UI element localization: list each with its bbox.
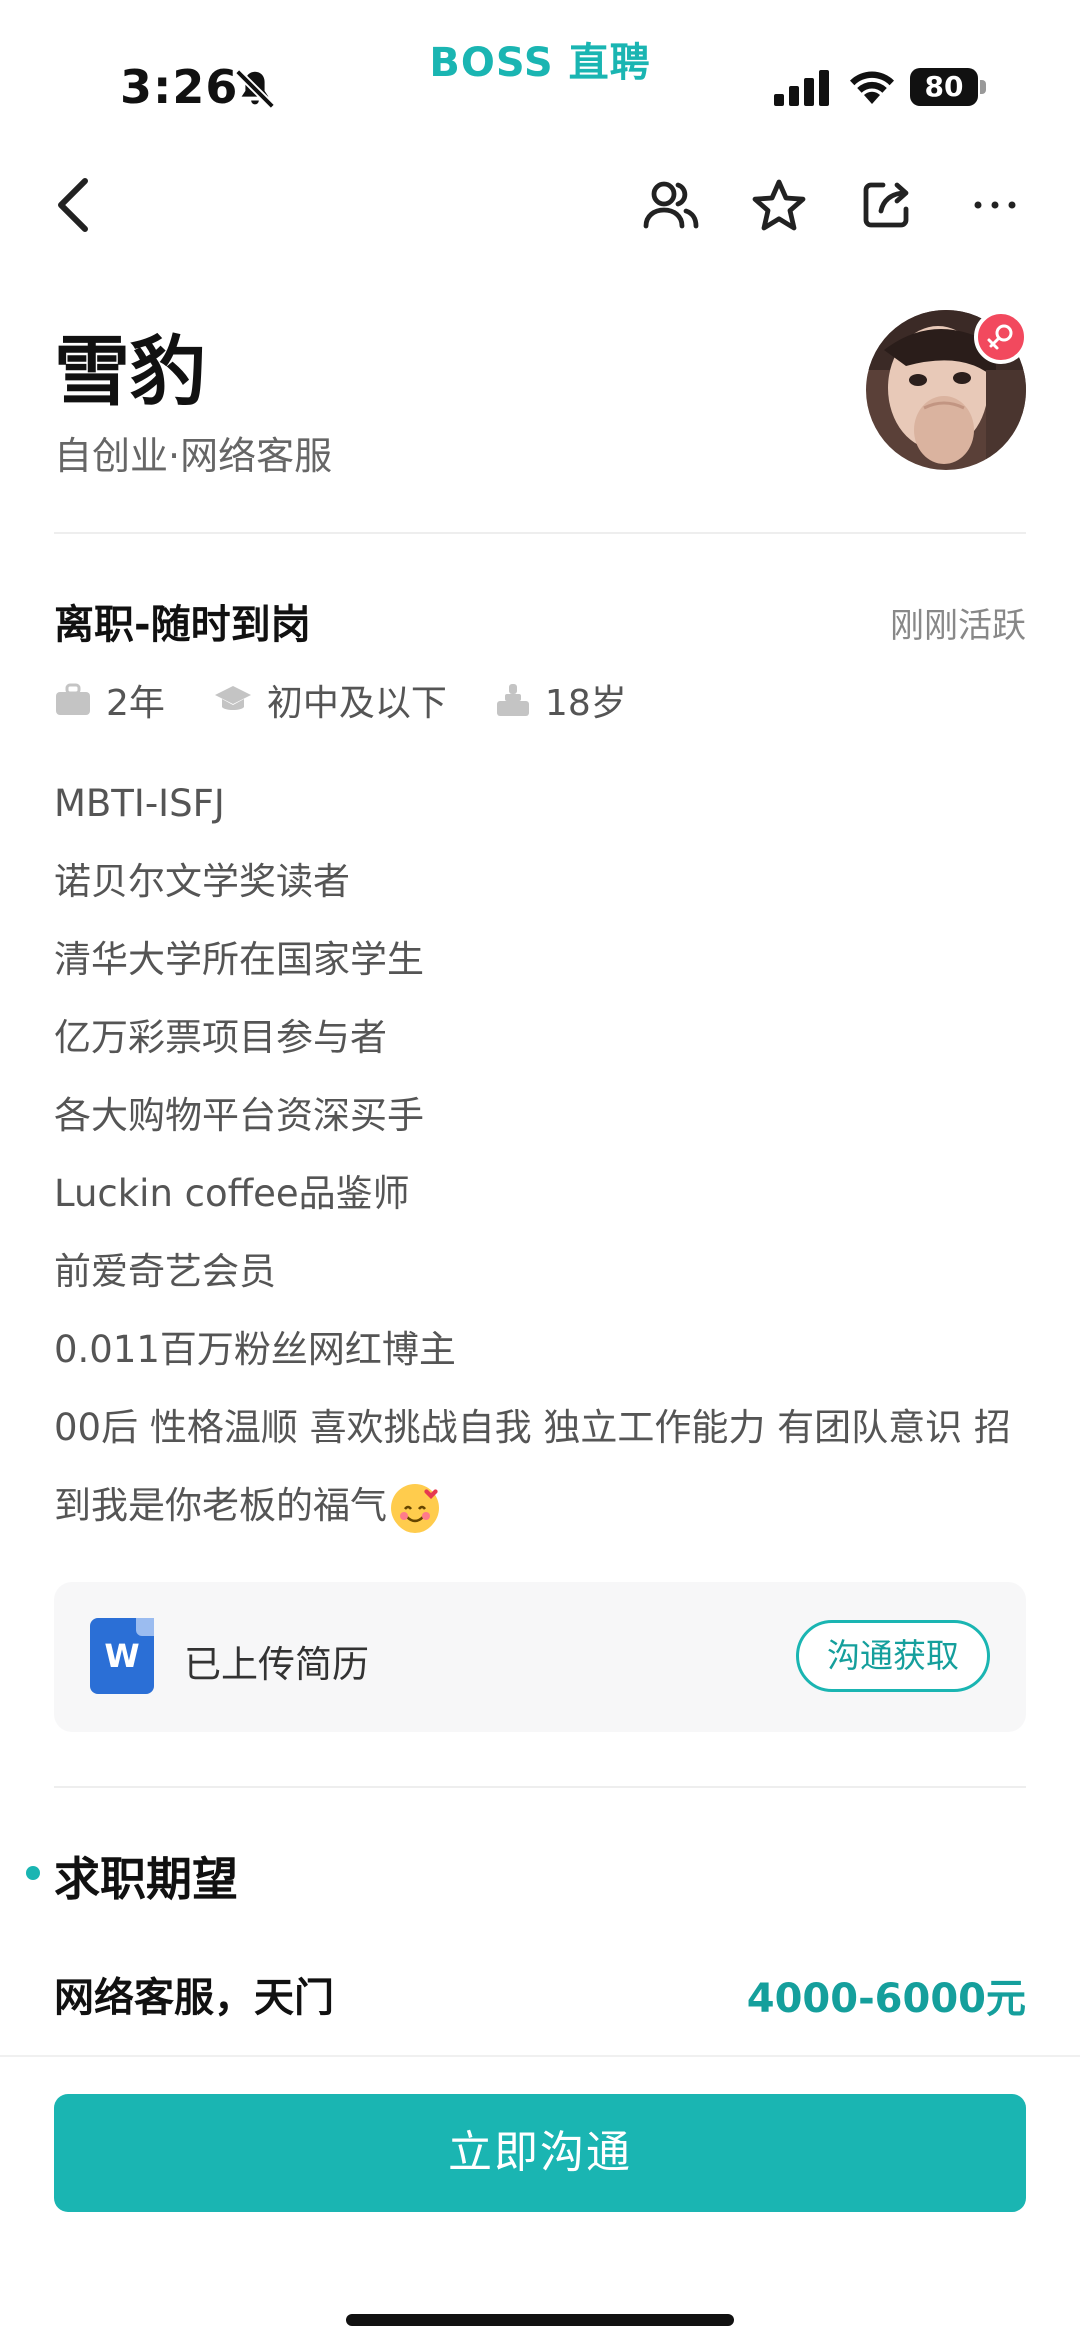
battery-nub [980,80,986,94]
education-text: 初中及以下 [266,683,447,724]
bio-line: 各大购物平台资深买手 [54,1094,424,1137]
experience-text: 2年 [106,683,165,724]
section-dot [26,1866,40,1880]
word-doc-icon: W [90,1618,154,1694]
bio-line: 0.011百万粉丝网红博主 [54,1328,456,1371]
chat-now-button[interactable]: 立即沟通 [54,2094,1026,2212]
expected-job[interactable]: 网络客服，天门 [54,1965,334,2023]
female-icon [987,324,1013,350]
info-row: 2年 初中及以下 18岁 [54,675,675,725]
back-icon [58,178,88,232]
candidate-name: 雪豹 [54,327,206,416]
word-icon-fold [136,1618,154,1636]
get-resume-button[interactable]: 沟通获取 [796,1620,990,1692]
age-text: 18岁 [544,683,627,724]
people-button[interactable] [636,170,706,240]
resume-label: 已上传简历 [184,1643,369,1686]
resume-card: W 已上传简历 沟通获取 [54,1582,1026,1732]
bio-line: 诺贝尔文学奖读者 [54,860,350,903]
age-icon [496,684,529,716]
active-status: 刚刚活跃 [890,606,1026,646]
divider [54,532,1026,534]
status-bar: 3:26 BOSS 直聘 80 [0,0,1080,140]
bio-line: 清华大学所在国家学生 [54,938,424,981]
bio-line: MBTI-ISFJ [54,782,225,825]
favorite-button[interactable] [744,170,814,240]
word-icon-letter: W [104,1637,140,1675]
experience-item: 2年 [54,674,165,726]
bio-paragraph: 00后 性格温顺 喜欢挑战自我 独立工作能力 有团队意识 招到我是你老板的福气 [54,1389,1026,1545]
bio-line: 亿万彩票项目参与者 [54,1016,387,1059]
bio-line: 前爱奇艺会员 [54,1250,276,1293]
smiling-hearts-emoji-icon [391,1483,439,1533]
age-item: 18岁 [495,674,627,726]
briefcase-icon [56,683,90,715]
graduation-cap-icon [214,686,251,710]
star-icon [752,179,806,231]
bio: MBTI-ISFJ 诺贝尔文学奖读者 清华大学所在国家学生 亿万彩票项目参与者 … [54,765,1026,1545]
battery-level: 80 [910,68,978,106]
bio-paragraph-text: 00后 性格温顺 喜欢挑战自我 独立工作能力 有团队意识 招到我是你老板的福气 [54,1406,1011,1527]
back-button[interactable] [38,170,108,240]
expected-salary: 4000-6000元 [746,1976,1026,2022]
share-icon [863,182,909,228]
more-button[interactable] [960,170,1030,240]
battery-indicator: 80 [910,68,986,106]
more-icon [974,201,1016,209]
candidate-subtitle: 自创业·网络客服 [54,434,333,478]
home-indicator [346,2314,734,2326]
job-status: 离职-随时到岗 [54,602,311,648]
share-button[interactable] [852,170,922,240]
bio-line: Luckin coffee品鉴师 [54,1172,410,1215]
people-icon [643,181,699,229]
gender-badge [974,310,1028,364]
section-title: 求职期望 [54,1852,238,1906]
signal-icon [774,70,829,106]
divider [54,1786,1026,1788]
top-nav [0,160,1080,250]
education-item: 初中及以下 [213,674,447,726]
wifi-icon [850,71,894,104]
